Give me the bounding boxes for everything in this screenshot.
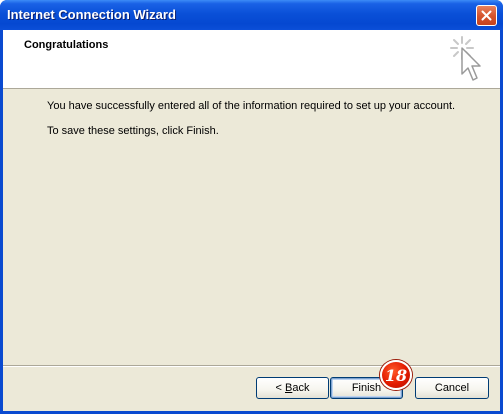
wizard-client-area: Congratulations You have successfully en… — [3, 30, 500, 411]
wizard-window: Internet Connection Wizard Congratulatio… — [0, 0, 503, 414]
close-x-icon — [481, 10, 492, 21]
finish-instruction: To save these settings, click Finish. — [47, 125, 219, 137]
wizard-sparkle-cursor-icon — [450, 35, 486, 85]
back-button-prefix: < — [275, 382, 285, 394]
wizard-header: Congratulations — [3, 30, 500, 89]
window-title: Internet Connection Wizard — [7, 7, 176, 22]
button-divider — [3, 365, 500, 367]
success-message: You have successfully entered all of the… — [47, 100, 456, 112]
close-button[interactable] — [476, 5, 497, 26]
back-button[interactable]: < Back — [256, 377, 329, 399]
cancel-button[interactable]: Cancel — [415, 377, 489, 399]
back-button-mnemonic: B — [285, 382, 293, 394]
page-title: Congratulations — [24, 39, 109, 51]
cancel-button-label: Cancel — [434, 382, 470, 394]
step-number-badge: 18 — [380, 360, 412, 390]
title-bar[interactable]: Internet Connection Wizard — [0, 0, 503, 30]
back-button-rest: ack — [292, 382, 310, 394]
finish-button-label: Finish — [351, 382, 382, 394]
